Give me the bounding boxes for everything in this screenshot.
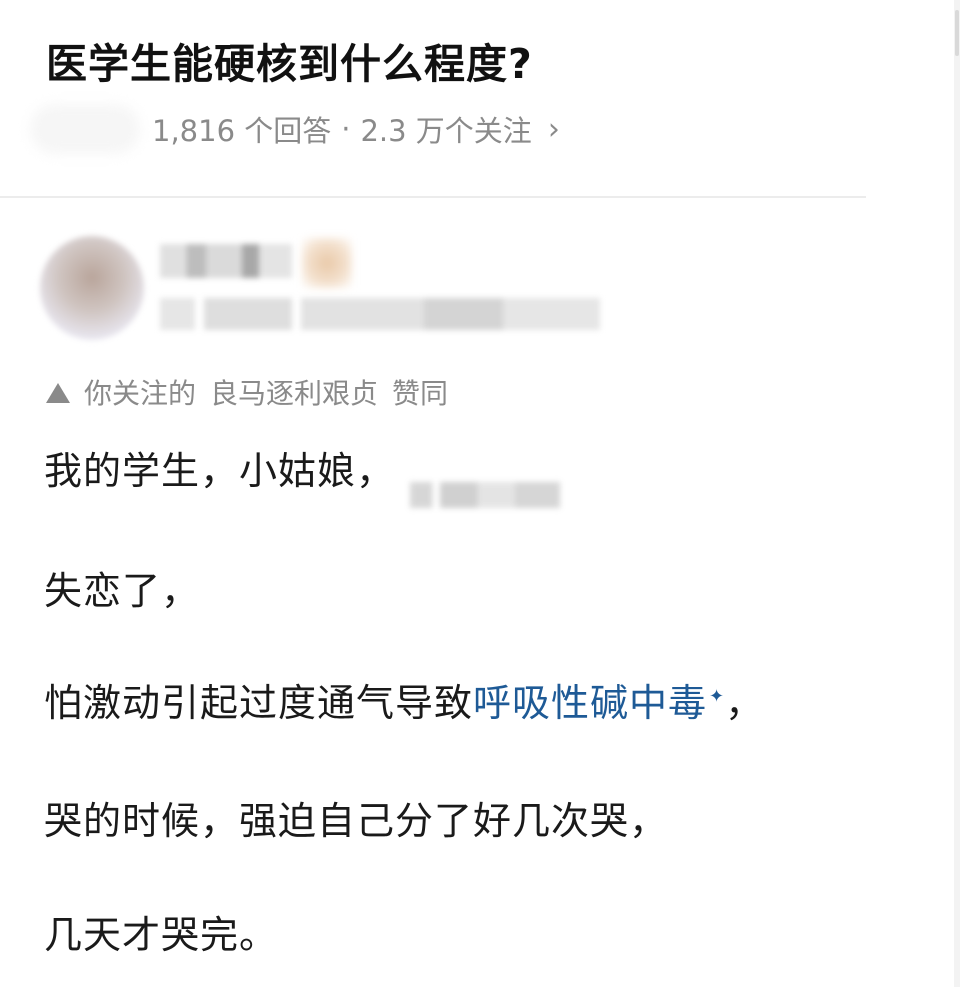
sparkle-icon: ✦ (709, 686, 726, 708)
endorsement-prefix: 你关注的 (84, 377, 197, 410)
chevron-right-icon: › (547, 111, 560, 147)
answer-paragraph-3: 怕激动引起过度通气导致呼吸性碱中毒 ✦， (44, 672, 764, 727)
followers-count: 2.3 万个关注 (360, 114, 532, 148)
blurred-region (30, 104, 140, 154)
paragraph-3-text: 怕激动引起过度通气导致 (44, 681, 474, 725)
question-meta[interactable]: 1,816 个回答 · 2.3 万个关注 › (152, 108, 560, 150)
answers-count: 1,816 个回答 (152, 114, 332, 148)
author-name-blurred[interactable] (160, 244, 292, 278)
scrollbar-track[interactable] (954, 0, 960, 987)
watermark-blurred (410, 482, 560, 508)
answer-paragraph-4: 哭的时候，强迫自己分了好几次哭， (44, 799, 669, 843)
keyword-link[interactable]: 呼吸性碱中毒 (473, 681, 707, 725)
answer-paragraph-5: 几天才哭完。 (44, 913, 279, 957)
divider (0, 196, 866, 198)
triangle-up-icon (46, 383, 70, 403)
question-title[interactable]: 医学生能硬核到什么程度? (46, 30, 533, 90)
scrollbar-thumb[interactable] (955, 10, 959, 56)
avatar[interactable] (40, 236, 144, 340)
answer-paragraph-2: 失恋了， (44, 569, 201, 613)
answer-page: 医学生能硬核到什么程度? 1,816 个回答 · 2.3 万个关注 › 你关注的… (0, 0, 960, 987)
paragraph-3-punct: ， (725, 681, 765, 725)
answer-paragraph-1: 我的学生，小姑娘， (44, 449, 396, 493)
endorsement-line: 你关注的 良马逐利艰贞 赞同 (46, 372, 448, 412)
endorser-names[interactable]: 良马逐利艰贞 (210, 372, 378, 412)
meta-separator: · (341, 112, 351, 146)
author-bio-blurred (160, 298, 600, 330)
author-badge-blurred (302, 238, 352, 288)
endorsement-verb: 赞同 (392, 377, 449, 410)
